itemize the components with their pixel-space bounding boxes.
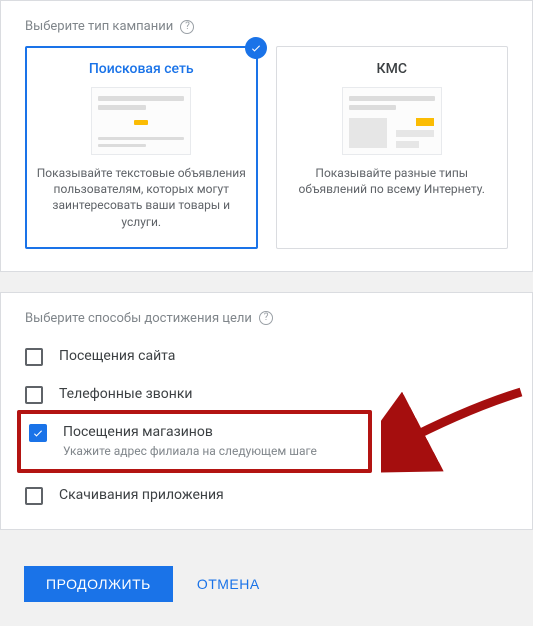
- goal-label: Посещения сайта: [59, 348, 175, 364]
- campaign-type-option-kms[interactable]: КМС Показывайте разные типы объявле: [276, 46, 509, 249]
- goals-label: Выберите способы достижения цели: [25, 311, 252, 326]
- checkbox-checked-icon[interactable]: [29, 424, 47, 442]
- goal-label: Скачивания приложения: [59, 487, 224, 503]
- goal-sublabel: Укажите адрес филиала на следующем шаге: [63, 444, 317, 460]
- check-icon: [245, 37, 267, 59]
- continue-button[interactable]: ПРОДОЛЖИТЬ: [24, 566, 173, 602]
- option-title: КМС: [287, 61, 498, 77]
- goal-option-app-downloads[interactable]: Скачивания приложения: [25, 477, 508, 515]
- cancel-button[interactable]: ОТМЕНА: [191, 575, 266, 593]
- checkbox-icon[interactable]: [25, 348, 43, 366]
- goal-option-site-visits[interactable]: Посещения сайта: [25, 338, 508, 376]
- checkbox-icon[interactable]: [25, 386, 43, 404]
- footer: ПРОДОЛЖИТЬ ОТМЕНА: [0, 550, 533, 626]
- option-desc: Показывайте разные типы объявлений по вс…: [287, 165, 498, 197]
- goal-label: Посещения магазинов: [63, 424, 213, 440]
- annotation-highlight: Посещения магазинов Укажите адрес филиал…: [17, 410, 372, 474]
- goal-label: Телефонные звонки: [59, 386, 193, 402]
- help-icon[interactable]: ?: [180, 20, 194, 34]
- option-desc: Показывайте текстовые объявления пользов…: [36, 165, 247, 230]
- goal-option-phone-calls[interactable]: Телефонные звонки: [25, 376, 508, 414]
- help-icon[interactable]: ?: [259, 311, 273, 325]
- campaign-type-option-search[interactable]: Поисковая сеть Показывайте текстовые объ…: [25, 46, 258, 249]
- campaign-type-label: Выберите тип кампании: [25, 19, 173, 34]
- kms-preview-icon: [342, 87, 442, 155]
- goal-option-store-visits[interactable]: Посещения магазинов Укажите адрес филиал…: [29, 422, 364, 460]
- checkbox-icon[interactable]: [25, 487, 43, 505]
- option-title: Поисковая сеть: [36, 61, 247, 77]
- search-preview-icon: [91, 87, 191, 155]
- campaign-type-card: Выберите тип кампании ? Поисковая сеть П…: [0, 0, 533, 272]
- goals-card: Выберите способы достижения цели ? Посещ…: [0, 292, 533, 531]
